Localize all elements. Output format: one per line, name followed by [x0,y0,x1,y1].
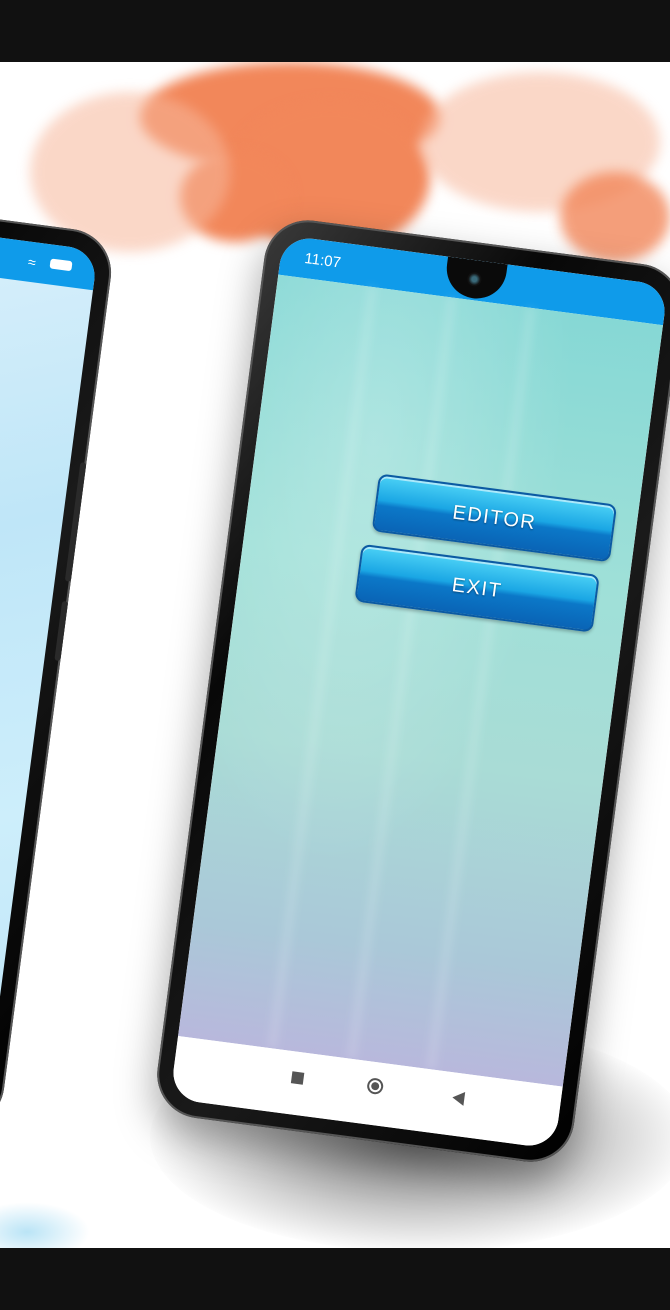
right-phone: 11:07 EDITOR EXIT [151,215,670,1168]
light-streak [425,307,537,1070]
app-background: EDITOR EXIT [178,274,663,1087]
battery-icon [49,258,73,272]
light-streak [267,286,378,1050]
camera-icon [466,271,483,288]
app-screen: 11:07 EDITOR EXIT [169,234,669,1150]
volume-button [64,462,87,582]
exit-button[interactable]: EXIT [354,543,600,633]
top-letterbox [0,0,670,62]
status-time: 11:07 [303,249,342,272]
recents-icon[interactable] [290,1071,305,1085]
paint-splash [560,172,670,262]
bottom-letterbox [0,1248,670,1310]
wifi-icon: ≈ [27,253,37,271]
left-phone-screen: ≈ [0,199,99,1115]
left-phone: ≈ [0,180,117,1133]
editor-button-label: EDITOR [451,501,538,535]
home-icon[interactable] [366,1077,385,1096]
promo-background: ≈ 11:07 EDITOR EXIT [0,62,670,1248]
back-icon[interactable] [451,1090,466,1106]
paint-splash-blue [0,1202,90,1248]
camera-notch [443,256,508,303]
power-button [54,600,69,662]
light-streak [346,296,457,1060]
exit-button-label: EXIT [450,574,504,603]
